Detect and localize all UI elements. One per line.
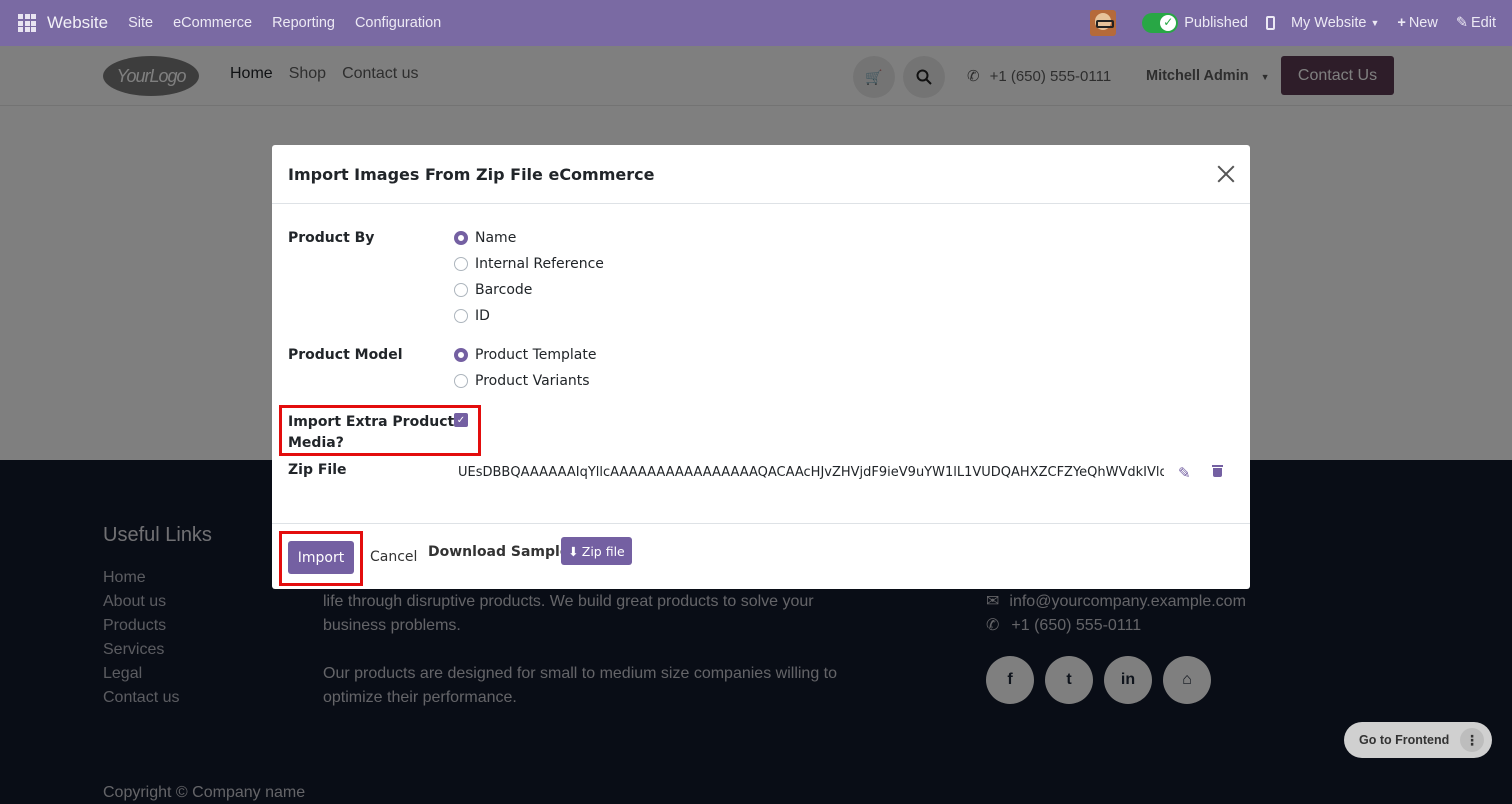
published-label: Published bbox=[1184, 15, 1248, 31]
menu-item-site[interactable]: Site bbox=[128, 15, 153, 31]
product-by-label: Product By bbox=[288, 230, 375, 246]
radio-label-product-template: Product Template bbox=[475, 347, 597, 363]
my-website-dropdown[interactable]: My Website ▼ bbox=[1291, 15, 1379, 31]
radio-icon bbox=[454, 374, 468, 388]
kebab-menu-icon[interactable]: ⋮ bbox=[1460, 728, 1484, 752]
user-avatar[interactable] bbox=[1090, 10, 1117, 36]
go-to-frontend-label: Go to Frontend bbox=[1359, 733, 1450, 747]
radio-product-template[interactable]: Product Template bbox=[454, 347, 597, 363]
caret-down-icon: ▼ bbox=[1370, 18, 1380, 28]
published-toggle[interactable]: Published bbox=[1142, 13, 1248, 33]
topbar-right: Published My Website ▼ + New ✎ Edit bbox=[1090, 0, 1496, 46]
radio-product-by-barcode[interactable]: Barcode bbox=[454, 282, 532, 298]
admin-topbar: Website Site eCommerce Reporting Configu… bbox=[0, 0, 1512, 46]
zip-file-label: Zip File bbox=[288, 462, 347, 478]
zip-file-value: UEsDBBQAAAAAAIqYllcAAAAAAAAAAAAAAAAQACAA… bbox=[458, 465, 1164, 480]
topbar-menu: Site eCommerce Reporting Configuration bbox=[128, 15, 461, 31]
radio-label-id: ID bbox=[475, 308, 490, 324]
import-images-dialog: Import Images From Zip File eCommerce Pr… bbox=[272, 145, 1250, 589]
download-icon: ⬇ bbox=[568, 543, 579, 559]
radio-product-variants[interactable]: Product Variants bbox=[454, 373, 590, 389]
radio-selected-icon bbox=[454, 348, 468, 362]
pencil-icon[interactable]: ✎ bbox=[1178, 464, 1191, 482]
radio-label-barcode: Barcode bbox=[475, 282, 533, 298]
app-brand[interactable]: Website bbox=[47, 13, 108, 33]
download-sample-label: Download Sample: bbox=[428, 544, 575, 560]
highlight-box bbox=[279, 405, 481, 456]
dialog-header: Import Images From Zip File eCommerce bbox=[272, 145, 1250, 204]
go-to-frontend-button[interactable]: Go to Frontend ⋮ bbox=[1344, 722, 1492, 758]
radio-product-by-name[interactable]: Name bbox=[454, 230, 516, 246]
menu-item-configuration[interactable]: Configuration bbox=[355, 15, 441, 31]
trash-icon[interactable] bbox=[1212, 465, 1223, 477]
close-icon[interactable] bbox=[1216, 163, 1236, 183]
radio-selected-icon bbox=[454, 231, 468, 245]
menu-item-reporting[interactable]: Reporting bbox=[272, 15, 335, 31]
radio-product-by-id[interactable]: ID bbox=[454, 308, 490, 324]
new-button[interactable]: + New bbox=[1397, 15, 1437, 31]
menu-item-ecommerce[interactable]: eCommerce bbox=[173, 15, 252, 31]
radio-product-by-internal-reference[interactable]: Internal Reference bbox=[454, 256, 604, 272]
radio-icon bbox=[454, 309, 468, 323]
radio-icon bbox=[454, 257, 468, 271]
cancel-button[interactable]: Cancel bbox=[370, 549, 417, 565]
radio-label-name: Name bbox=[475, 230, 517, 246]
apps-grid-icon[interactable] bbox=[18, 14, 36, 32]
toggle-switch-icon bbox=[1142, 13, 1179, 33]
edit-label: Edit bbox=[1471, 15, 1496, 31]
my-website-label: My Website bbox=[1290, 15, 1367, 31]
edit-button[interactable]: ✎ Edit bbox=[1456, 15, 1496, 31]
download-zip-sample-button[interactable]: ⬇ Zip file bbox=[561, 537, 632, 565]
product-model-label: Product Model bbox=[288, 347, 403, 363]
mobile-preview-icon[interactable] bbox=[1265, 16, 1275, 30]
new-label: New bbox=[1408, 15, 1438, 31]
dialog-footer: Import Cancel Download Sample: ⬇ Zip file bbox=[272, 523, 1250, 589]
dialog-title: Import Images From Zip File eCommerce bbox=[288, 165, 655, 184]
radio-label-internal-reference: Internal Reference bbox=[475, 256, 604, 272]
plus-icon: + bbox=[1397, 15, 1406, 31]
zip-sample-label: Zip file bbox=[581, 543, 625, 559]
highlight-box bbox=[279, 531, 363, 586]
pencil-icon: ✎ bbox=[1455, 15, 1468, 31]
radio-label-product-variants: Product Variants bbox=[475, 373, 590, 389]
radio-icon bbox=[454, 283, 468, 297]
